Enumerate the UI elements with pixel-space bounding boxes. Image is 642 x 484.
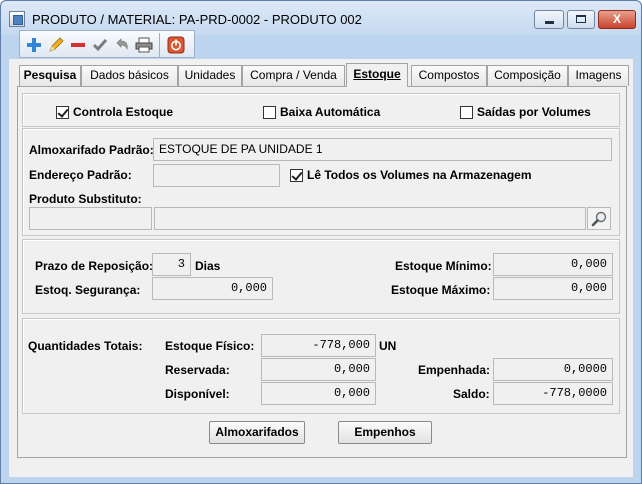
confirm-button[interactable]	[89, 34, 111, 56]
app-icon	[9, 11, 25, 27]
undo-button[interactable]	[111, 34, 133, 56]
tab-imagens[interactable]: Imagens	[568, 65, 629, 86]
add-button[interactable]	[23, 34, 45, 56]
tab-pesquisa[interactable]: Pesquisa	[19, 65, 81, 86]
estoque-minimo-field[interactable]: 0,000	[493, 253, 613, 276]
checkbox-unchecked-icon	[460, 105, 473, 119]
disponivel-field[interactable]: 0,000	[261, 382, 376, 405]
checkbox-checked-icon	[56, 105, 69, 119]
tab-label: Imagens	[575, 68, 622, 82]
disponivel-label: Disponível:	[165, 387, 230, 401]
tab-compra-venda[interactable]: Compra / Venda	[242, 65, 345, 86]
edit-pencil-icon	[49, 37, 64, 52]
toolbar	[19, 30, 195, 58]
empenhada-field[interactable]: 0,0000	[493, 358, 613, 381]
tab-label: Unidades	[184, 68, 236, 82]
close-icon: X	[612, 12, 621, 26]
maximize-button[interactable]	[567, 10, 595, 29]
checkbox-label: Saídas por Volumes	[477, 105, 591, 119]
tab-label: Dados básicos	[90, 68, 169, 82]
estoque-seguranca-field[interactable]: 0,000	[152, 277, 273, 300]
delete-button[interactable]	[67, 34, 89, 56]
tab-compostos[interactable]: Compostos	[411, 65, 487, 86]
prazo-reposicao-label: Prazo de Reposição:	[35, 259, 154, 273]
exit-button[interactable]	[165, 34, 187, 56]
endereco-field[interactable]	[153, 164, 280, 187]
estoque-maximo-field[interactable]: 0,000	[493, 277, 613, 300]
tab-estoque[interactable]: Estoque	[346, 63, 408, 87]
undo-icon	[116, 38, 128, 51]
delete-minus-icon	[71, 43, 85, 47]
estoque-seguranca-label: Estoq. Segurança:	[35, 283, 141, 297]
search-button[interactable]	[587, 207, 611, 230]
estoque-maximo-label: Estoque Máximo:	[391, 283, 491, 297]
reservada-label: Reservada:	[165, 363, 230, 377]
endereco-label: Endereço Padrão:	[29, 168, 132, 182]
tab-label: Pesquisa	[23, 68, 77, 82]
saldo-field[interactable]: -778,0000	[493, 382, 613, 405]
estoque-fisico-field[interactable]: -778,000	[261, 334, 376, 357]
tab-dados-basicos[interactable]: Dados básicos	[81, 65, 178, 86]
almoxarifado-field[interactable]: ESTOQUE DE PA UNIDADE 1	[153, 138, 612, 161]
window-title: PRODUTO / MATERIAL: PA-PRD-0002 - PRODUT…	[32, 12, 362, 27]
reservada-field[interactable]: 0,000	[261, 358, 376, 381]
produto-substituto-code-field[interactable]	[29, 207, 152, 230]
quantidades-totais-label: Quantidades Totais:	[28, 339, 143, 353]
checkbox-unchecked-icon	[263, 105, 276, 119]
add-icon	[27, 38, 41, 52]
produto-substituto-desc-field[interactable]	[154, 207, 586, 230]
tab-label: Composição	[494, 68, 561, 82]
search-icon	[591, 211, 607, 226]
produto-substituto-label: Produto Substituto:	[29, 192, 142, 206]
tab-label: Compostos	[418, 68, 480, 82]
checkbox-label: Lê Todos os Volumes na Armazenagem	[307, 168, 532, 182]
tab-unidades[interactable]: Unidades	[178, 65, 242, 86]
tab-label: Compra / Venda	[250, 68, 337, 82]
estoque-minimo-label: Estoque Mínimo:	[395, 259, 492, 273]
controla-estoque-checkbox[interactable]: Controla Estoque	[56, 105, 173, 119]
estoque-fisico-label: Estoque Físico:	[165, 339, 255, 353]
unit-label: UN	[379, 339, 397, 353]
exit-power-icon	[167, 36, 185, 54]
prazo-unit-label: Dias	[195, 259, 221, 273]
saldo-label: Saldo:	[453, 387, 490, 401]
le-todos-volumes-checkbox[interactable]: Lê Todos os Volumes na Armazenagem	[290, 168, 532, 182]
tab-bar: Pesquisa Dados básicos Unidades Compra /…	[19, 63, 629, 87]
close-button[interactable]: X	[598, 10, 636, 29]
baixa-automatica-checkbox[interactable]: Baixa Automática	[263, 105, 380, 119]
tab-composicao[interactable]: Composição	[487, 65, 568, 86]
almoxarifado-label: Almoxarifado Padrão:	[29, 143, 154, 157]
prazo-reposicao-field[interactable]: 3	[152, 253, 191, 276]
confirm-check-icon	[92, 39, 108, 52]
checkbox-label: Baixa Automática	[280, 105, 381, 119]
almoxarifados-button[interactable]: Almoxarifados	[209, 421, 305, 444]
print-icon	[135, 37, 153, 53]
saidas-volumes-checkbox[interactable]: Saídas por Volumes	[460, 105, 591, 119]
minimize-button[interactable]	[534, 10, 564, 29]
checkbox-checked-icon	[290, 168, 303, 182]
product-window: PRODUTO / MATERIAL: PA-PRD-0002 - PRODUT…	[0, 0, 642, 484]
checkbox-label: Controla Estoque	[73, 105, 174, 119]
empenhada-label: Empenhada:	[418, 363, 491, 377]
toolbar-separator	[159, 33, 160, 57]
minimize-icon	[544, 21, 554, 24]
tab-label: Estoque	[353, 67, 401, 81]
edit-button[interactable]	[45, 34, 67, 56]
empenhos-button[interactable]: Empenhos	[338, 421, 432, 444]
maximize-icon	[576, 15, 586, 23]
print-button[interactable]	[133, 34, 155, 56]
